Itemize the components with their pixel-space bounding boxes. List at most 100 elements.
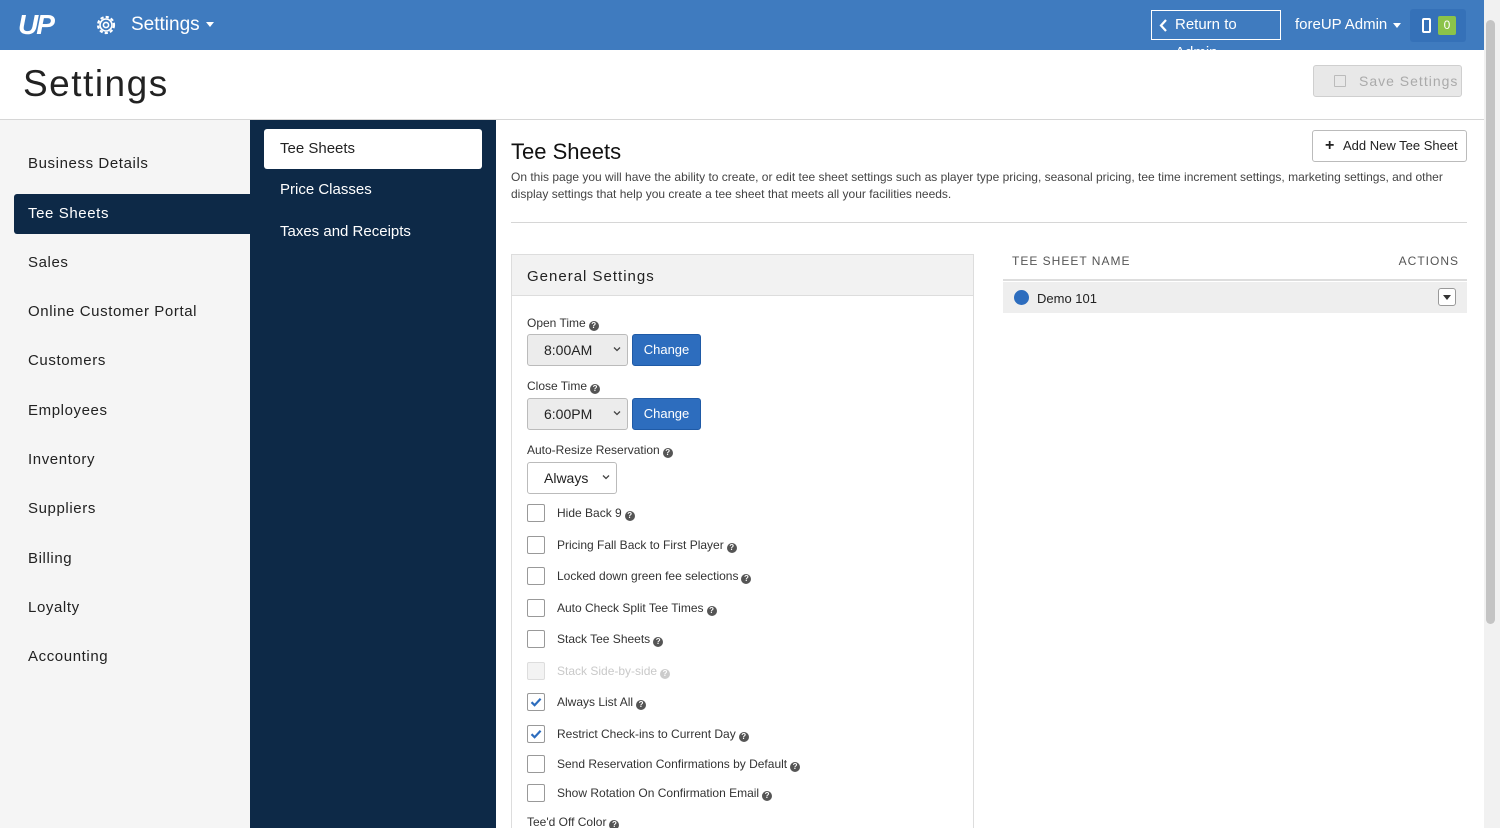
sidebar-item-accounting[interactable]: Accounting xyxy=(14,637,250,677)
help-icon[interactable]: ? xyxy=(726,543,737,553)
auto-resize-value: Always xyxy=(544,470,589,486)
help-icon[interactable]: ? xyxy=(636,700,647,710)
return-to-admin-label: Return to Admin xyxy=(1175,16,1237,61)
checkmark-icon xyxy=(530,698,542,707)
send-confirmations-label: Send Reservation Confirmations by Defaul… xyxy=(557,757,801,772)
close-time-change-button[interactable]: Change xyxy=(632,398,701,430)
column-header-name: TEE SHEET NAME xyxy=(1012,254,1131,268)
caret-down-icon xyxy=(205,22,214,28)
close-time-select[interactable]: 6:00PM xyxy=(527,398,628,430)
tee-sheet-table-header: TEE SHEET NAME ACTIONS xyxy=(1003,252,1467,281)
auto-resize-select[interactable]: Always xyxy=(527,462,617,494)
general-settings-panel: General Settings Open Time? 8:00AM Chang… xyxy=(511,254,974,828)
help-icon[interactable]: ? xyxy=(624,511,635,521)
tee-sheet-color-dot xyxy=(1014,290,1029,305)
auto-resize-label-text: Auto-Resize Reservation xyxy=(527,443,660,457)
add-new-tee-sheet-label: Add New Tee Sheet xyxy=(1343,138,1458,153)
send-confirmations-checkbox[interactable] xyxy=(527,755,545,773)
subnav-item-tee-sheets[interactable]: Tee Sheets xyxy=(264,129,482,169)
help-icon[interactable]: ? xyxy=(662,448,673,458)
column-header-actions: ACTIONS xyxy=(1398,254,1459,268)
pricing-fall-back-checkbox[interactable] xyxy=(527,536,545,554)
help-icon[interactable]: ? xyxy=(741,574,752,584)
open-time-change-button[interactable]: Change xyxy=(632,334,701,366)
always-list-all-text: Always List All xyxy=(557,695,634,709)
mobile-phone-icon xyxy=(1422,18,1431,33)
chevron-down-icon xyxy=(602,475,610,480)
caret-down-icon xyxy=(1393,22,1402,28)
section-divider xyxy=(511,222,1467,223)
subnav-item-taxes-and-receipts[interactable]: Taxes and Receipts xyxy=(264,212,482,252)
sidebar-item-business-details[interactable]: Business Details xyxy=(14,144,250,184)
save-settings-button[interactable]: Save Settings xyxy=(1313,65,1462,97)
top-navbar: UP Settings Return to Admin foreUP Admin… xyxy=(0,0,1500,61)
hide-back-9-checkbox[interactable] xyxy=(527,504,545,522)
checkmark-icon xyxy=(530,730,542,739)
help-icon[interactable]: ? xyxy=(706,606,717,616)
help-icon[interactable]: ? xyxy=(790,762,801,772)
pricing-fall-back-label: Pricing Fall Back to First Player? xyxy=(557,538,737,553)
stack-tee-sheets-text: Stack Tee Sheets xyxy=(557,632,651,646)
help-icon[interactable]: ? xyxy=(609,820,620,828)
add-new-tee-sheet-button[interactable]: + Add New Tee Sheet xyxy=(1312,130,1467,162)
help-icon[interactable]: ? xyxy=(590,384,601,394)
user-menu-label: foreUP Admin xyxy=(1295,16,1388,33)
locked-green-fee-text: Locked down green fee selections xyxy=(557,569,739,583)
gear-icon[interactable] xyxy=(93,12,119,38)
help-icon[interactable]: ? xyxy=(762,791,773,801)
sidebar-item-suppliers[interactable]: Suppliers xyxy=(14,489,250,529)
help-icon[interactable]: ? xyxy=(653,637,664,647)
notification-badge: 0 xyxy=(1438,16,1456,35)
pricing-fall-back-text: Pricing Fall Back to First Player xyxy=(557,538,724,552)
show-rotation-checkbox[interactable] xyxy=(527,784,545,802)
subnav-item-price-classes[interactable]: Price Classes xyxy=(264,170,482,210)
show-rotation-label: Show Rotation On Confirmation Email? xyxy=(557,786,773,801)
help-icon[interactable]: ? xyxy=(588,321,599,331)
help-icon[interactable]: ? xyxy=(738,732,749,742)
foreup-logo[interactable]: UP xyxy=(18,10,58,40)
stack-tee-sheets-checkbox[interactable] xyxy=(527,630,545,648)
table-row[interactable]: Demo 101 xyxy=(1003,282,1467,313)
section-description: On this page you will have the ability t… xyxy=(511,170,1443,201)
locked-green-fee-checkbox[interactable] xyxy=(527,567,545,585)
stack-side-by-side-text: Stack Side-by-side xyxy=(557,664,658,678)
show-rotation-text: Show Rotation On Confirmation Email xyxy=(557,786,760,800)
sidebar-item-inventory[interactable]: Inventory xyxy=(14,440,250,480)
tee-sheet-name[interactable]: Demo 101 xyxy=(1037,292,1097,306)
device-status-button[interactable]: 0 xyxy=(1410,9,1466,42)
sidebar-item-customers[interactable]: Customers xyxy=(14,341,250,381)
settings-app-menu[interactable]: Settings xyxy=(131,13,214,37)
always-list-all-checkbox[interactable] xyxy=(527,693,545,711)
hide-back-9-text: Hide Back 9 xyxy=(557,506,622,520)
auto-check-split-label: Auto Check Split Tee Times? xyxy=(557,601,717,616)
sidebar-item-sales[interactable]: Sales xyxy=(14,243,250,283)
open-time-select[interactable]: 8:00AM xyxy=(527,334,628,366)
close-time-label-text: Close Time xyxy=(527,379,588,393)
always-list-all-label: Always List All? xyxy=(557,695,647,710)
teed-off-color-label: Tee'd Off Color? xyxy=(527,815,620,828)
row-actions-dropdown-button[interactable] xyxy=(1438,288,1456,306)
chevron-down-icon xyxy=(613,411,621,416)
sidebar-item-online-customer-portal[interactable]: Online Customer Portal xyxy=(14,292,250,332)
auto-check-split-checkbox[interactable] xyxy=(527,599,545,617)
return-to-admin-button[interactable]: Return to Admin xyxy=(1151,10,1281,61)
sidebar-item-loyalty[interactable]: Loyalty xyxy=(14,588,250,628)
sidebar-item-tee-sheets[interactable]: Tee Sheets xyxy=(14,194,250,234)
tee-sheets-subnav: Tee Sheets Price Classes Taxes and Recei… xyxy=(250,120,496,828)
user-menu[interactable]: foreUP Admin xyxy=(1295,16,1402,34)
chevron-down-icon xyxy=(613,347,621,352)
send-confirmations-text: Send Reservation Confirmations by Defaul… xyxy=(557,757,788,771)
restrict-check-ins-label: Restrict Check-ins to Current Day? xyxy=(557,727,749,742)
stack-tee-sheets-label: Stack Tee Sheets? xyxy=(557,632,664,647)
open-time-value: 8:00AM xyxy=(544,342,593,358)
sidebar-item-employees[interactable]: Employees xyxy=(14,391,250,431)
restrict-check-ins-checkbox[interactable] xyxy=(527,725,545,743)
save-settings-label: Save Settings xyxy=(1359,73,1459,89)
app-menu-label: Settings xyxy=(131,14,200,35)
page-scrollbar-thumb[interactable] xyxy=(1486,20,1495,624)
locked-green-fee-label: Locked down green fee selections? xyxy=(557,569,752,584)
settings-sidebar: Business Details Tee Sheets Sales Online… xyxy=(0,120,250,828)
sidebar-item-billing[interactable]: Billing xyxy=(14,539,250,579)
page-title: Settings xyxy=(23,63,169,104)
close-time-label: Close Time? xyxy=(527,379,601,394)
